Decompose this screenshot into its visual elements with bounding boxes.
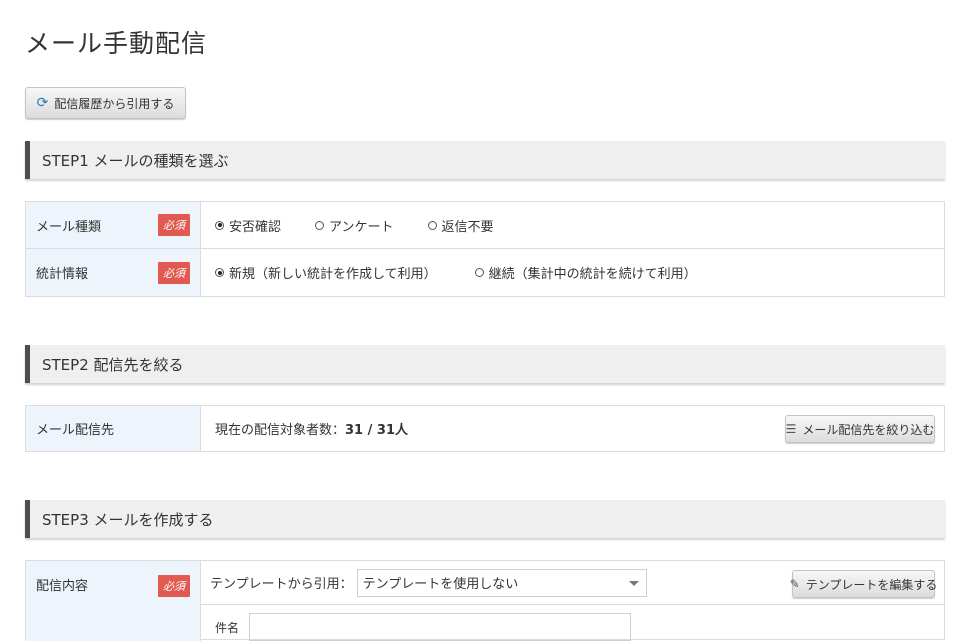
radio-survey[interactable]: アンケート <box>315 216 394 235</box>
radio-selected-icon <box>215 268 224 277</box>
quote-from-history-button[interactable]: ⟳ 配信履歴から引用する <box>25 87 186 119</box>
radio-survey-label: アンケート <box>329 219 394 235</box>
recipients-label-cell: メール配信先 <box>26 406 201 451</box>
template-label: テンプレートから引用： <box>210 577 353 592</box>
radio-safety-check[interactable]: 安否確認 <box>215 216 281 235</box>
content-label: 配信内容 <box>36 579 89 594</box>
required-badge: 必須 <box>158 214 190 236</box>
radio-no-reply[interactable]: 返信不要 <box>427 216 494 235</box>
step3-title: STEP3 メールを作成する <box>42 510 214 529</box>
radio-continue-statistics[interactable]: 継続（集計中の統計を続けて利用） <box>474 263 697 282</box>
template-select[interactable]: テンプレートを使用しない <box>356 568 647 597</box>
radio-unselected-icon <box>315 220 325 230</box>
subject-row: 件名 <box>201 605 944 641</box>
page-title: メール手動配信 <box>25 29 208 58</box>
refresh-icon: ⟳ <box>36 95 49 111</box>
recipient-count-text: 現在の配信対象者数：31 / 31人 <box>215 419 408 438</box>
quote-from-history-label: 配信履歴から引用する <box>54 96 175 111</box>
radio-continue-statistics-label: 継続（集計中の統計を続けて利用） <box>488 267 697 282</box>
statistics-label: 統計情報 <box>36 267 89 282</box>
pencil-icon: ✎ <box>789 577 800 591</box>
edit-template-label: テンプレートを編集する <box>805 577 938 592</box>
required-badge: 必須 <box>158 575 190 597</box>
statistics-options: 新規（新しい統計を作成して利用） 継続（集計中の統計を続けて利用） <box>201 249 944 296</box>
radio-unselected-icon <box>427 220 437 230</box>
recipient-count-prefix: 現在の配信対象者数： <box>215 423 346 438</box>
radio-unselected-icon <box>474 268 484 277</box>
mail-type-label-cell: メール種類 必須 <box>26 202 201 248</box>
subject-label: 件名 <box>215 621 240 635</box>
radio-safety-check-label: 安否確認 <box>229 219 282 235</box>
mail-type-label: メール種類 <box>36 219 102 235</box>
mail-type-options: 安否確認 アンケート 返信不要 <box>201 202 944 248</box>
radio-new-statistics-label: 新規（新しい統計を作成して利用） <box>229 267 437 282</box>
statistics-row: 統計情報 必須 新規（新しい統計を作成して利用） 継続（集計中の統計を続けて利用… <box>26 249 944 296</box>
edit-template-button[interactable]: ✎ テンプレートを編集する <box>789 570 938 598</box>
filter-recipients-label: メール配信先を絞り込む <box>802 422 935 437</box>
step3-header: STEP3 メールを作成する <box>25 500 945 538</box>
radio-no-reply-label: 返信不要 <box>441 219 494 235</box>
list-icon: ☰ <box>785 422 797 436</box>
template-select-value: テンプレートを使用しない <box>362 577 519 592</box>
required-badge: 必須 <box>158 261 190 284</box>
step1-form: メール種類 必須 安否確認 アンケート 返信不要 統計情報 必須 新規（新しい統… <box>25 201 945 297</box>
chevron-down-icon <box>628 580 639 586</box>
step1-header: STEP1 メールの種類を選ぶ <box>25 141 945 179</box>
radio-selected-icon <box>215 220 224 230</box>
mail-type-row: メール種類 必須 安否確認 アンケート 返信不要 <box>26 202 944 249</box>
statistics-label-cell: 統計情報 必須 <box>26 249 201 296</box>
step1-title: STEP1 メールの種類を選ぶ <box>42 151 229 170</box>
step2-header: STEP2 配信先を絞る <box>25 345 945 383</box>
recipient-count-value: 31 / 31人 <box>345 423 408 438</box>
subject-input[interactable] <box>249 613 632 641</box>
radio-new-statistics[interactable]: 新規（新しい統計を作成して利用） <box>215 263 437 282</box>
step2-title: STEP2 配信先を絞る <box>42 355 184 374</box>
filter-recipients-button[interactable]: ☰ メール配信先を絞り込む <box>785 415 935 443</box>
recipients-label: メール配信先 <box>36 423 115 438</box>
content-label-cell: 配信内容 必須 <box>26 561 201 641</box>
